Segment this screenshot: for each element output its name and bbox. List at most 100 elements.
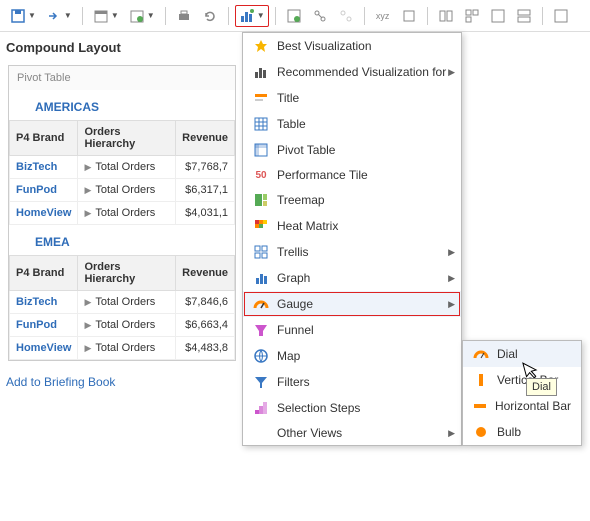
menu-heat-matrix[interactable]: Heat Matrix [243,213,461,239]
region-label: AMERICAS [9,90,235,120]
props-icon [401,8,417,24]
brand-cell[interactable]: HomeView [10,337,78,360]
pivot-panel: Pivot Table AMERICAS P4 Brand Orders Hie… [8,65,236,361]
menu-recommended[interactable]: Recommended Visualization for▶ [243,59,461,85]
expand-icon[interactable]: ▶ [84,162,91,172]
menu-performance-tile[interactable]: 50Performance Tile [243,163,461,187]
save-button[interactable]: ▼ [6,5,40,27]
xyz-icon: xyz [375,8,391,24]
col-brand[interactable]: P4 Brand [10,256,78,291]
expand-icon[interactable]: ▶ [84,320,91,330]
brand-cell[interactable]: BizTech [10,291,78,314]
props-button[interactable] [397,5,421,27]
separator [364,7,365,25]
revenue-cell: $7,768,7 [176,156,235,179]
col-brand[interactable]: P4 Brand [10,121,78,156]
layout1-button[interactable] [434,5,458,27]
menu-map[interactable]: Map [243,343,461,369]
schedule-button[interactable]: ▼ [89,5,123,27]
menu-graph[interactable]: Graph▶ [243,265,461,291]
bulb-icon [471,424,491,440]
col-revenue[interactable]: Revenue [176,121,235,156]
brand-cell[interactable]: HomeView [10,202,78,225]
orders-cell[interactable]: ▶Total Orders [78,291,176,314]
brand-cell[interactable]: BizTech [10,156,78,179]
treemap-icon [251,192,271,208]
expand-icon[interactable]: ▶ [84,185,91,195]
menu-gauge[interactable]: Gauge▶ [243,291,461,317]
vbar-icon [471,372,491,388]
layout4-button[interactable] [512,5,536,27]
data-table-emea: P4 Brand Orders Hierarchy Revenue BizTec… [9,255,235,360]
orders-cell[interactable]: ▶Total Orders [78,337,176,360]
col-revenue[interactable]: Revenue [176,256,235,291]
revenue-cell: $6,317,1 [176,179,235,202]
menu-filters[interactable]: Filters [243,369,461,395]
panel-header: Pivot Table [9,66,235,90]
refresh-button[interactable] [198,5,222,27]
menu-selection-steps[interactable]: Selection Steps [243,395,461,421]
link2-button[interactable] [334,5,358,27]
new-view-button[interactable]: ▼ [235,5,269,27]
agent-button[interactable]: ▼ [125,5,159,27]
orders-cell[interactable]: ▶Total Orders [78,314,176,337]
gauge-submenu: Dial Vertical Bar Horizontal Bar Bulb [462,340,582,446]
refresh-icon [202,8,218,24]
data-table-americas: P4 Brand Orders Hierarchy Revenue BizTec… [9,120,235,225]
table-header-row: P4 Brand Orders Hierarchy Revenue [10,256,235,291]
menu-funnel[interactable]: Funnel [243,317,461,343]
menu-best-visualization[interactable]: Best Visualization [243,33,461,59]
link2-icon [338,8,354,24]
menu-trellis[interactable]: Trellis▶ [243,239,461,265]
revenue-cell: $4,483,8 [176,337,235,360]
expand-icon[interactable]: ▶ [84,297,91,307]
layout4-icon [516,8,532,24]
link-icon [312,8,328,24]
brand-cell[interactable]: FunPod [10,179,78,202]
xyz-button[interactable]: xyz [371,5,395,27]
star-icon [251,38,271,54]
menu-title[interactable]: Title [243,85,461,111]
menu-bulb[interactable]: Bulb [463,419,581,445]
agent-icon [129,8,145,24]
revenue-cell: $4,031,1 [176,202,235,225]
brand-cell[interactable]: FunPod [10,314,78,337]
link-button[interactable] [308,5,332,27]
menu-vertical-bar[interactable]: Vertical Bar [463,367,581,393]
menu-horizontal-bar[interactable]: Horizontal Bar [463,393,581,419]
layout5-button[interactable] [549,5,573,27]
export-button[interactable]: ▼ [42,5,76,27]
menu-treemap[interactable]: Treemap [243,187,461,213]
menu-table[interactable]: Table [243,111,461,137]
layout5-icon [553,8,569,24]
orders-cell[interactable]: ▶Total Orders [78,156,176,179]
print-button[interactable] [172,5,196,27]
briefing-book-link[interactable]: Add to Briefing Book [0,365,121,399]
layout2-button[interactable] [460,5,484,27]
expand-icon[interactable]: ▶ [84,208,91,218]
layout3-button[interactable] [486,5,510,27]
heat-icon [251,218,271,234]
export-icon [46,8,62,24]
title-icon [251,90,271,106]
separator [427,7,428,25]
submenu-caret-icon: ▶ [448,299,455,310]
col-orders[interactable]: Orders Hierarchy [78,121,176,156]
graph-icon [251,270,271,286]
container-icon [286,8,302,24]
revenue-cell: $6,663,4 [176,314,235,337]
menu-dial[interactable]: Dial [463,341,581,367]
expand-icon[interactable]: ▶ [84,343,91,353]
menu-pivot-table[interactable]: Pivot Table [243,137,461,163]
orders-cell[interactable]: ▶Total Orders [78,179,176,202]
pivot-icon [251,142,271,158]
tooltip: Dial [526,378,557,396]
submenu-caret-icon: ▶ [448,67,455,78]
menu-other-views[interactable]: Other Views▶ [243,421,461,445]
toolbar: ▼ ▼ ▼ ▼ ▼ xyz [0,0,590,32]
table-row: BizTech▶Total Orders$7,846,6 [10,291,235,314]
col-orders[interactable]: Orders Hierarchy [78,256,176,291]
orders-cell[interactable]: ▶Total Orders [78,202,176,225]
region-label: EMEA [9,225,235,255]
container-button[interactable] [282,5,306,27]
